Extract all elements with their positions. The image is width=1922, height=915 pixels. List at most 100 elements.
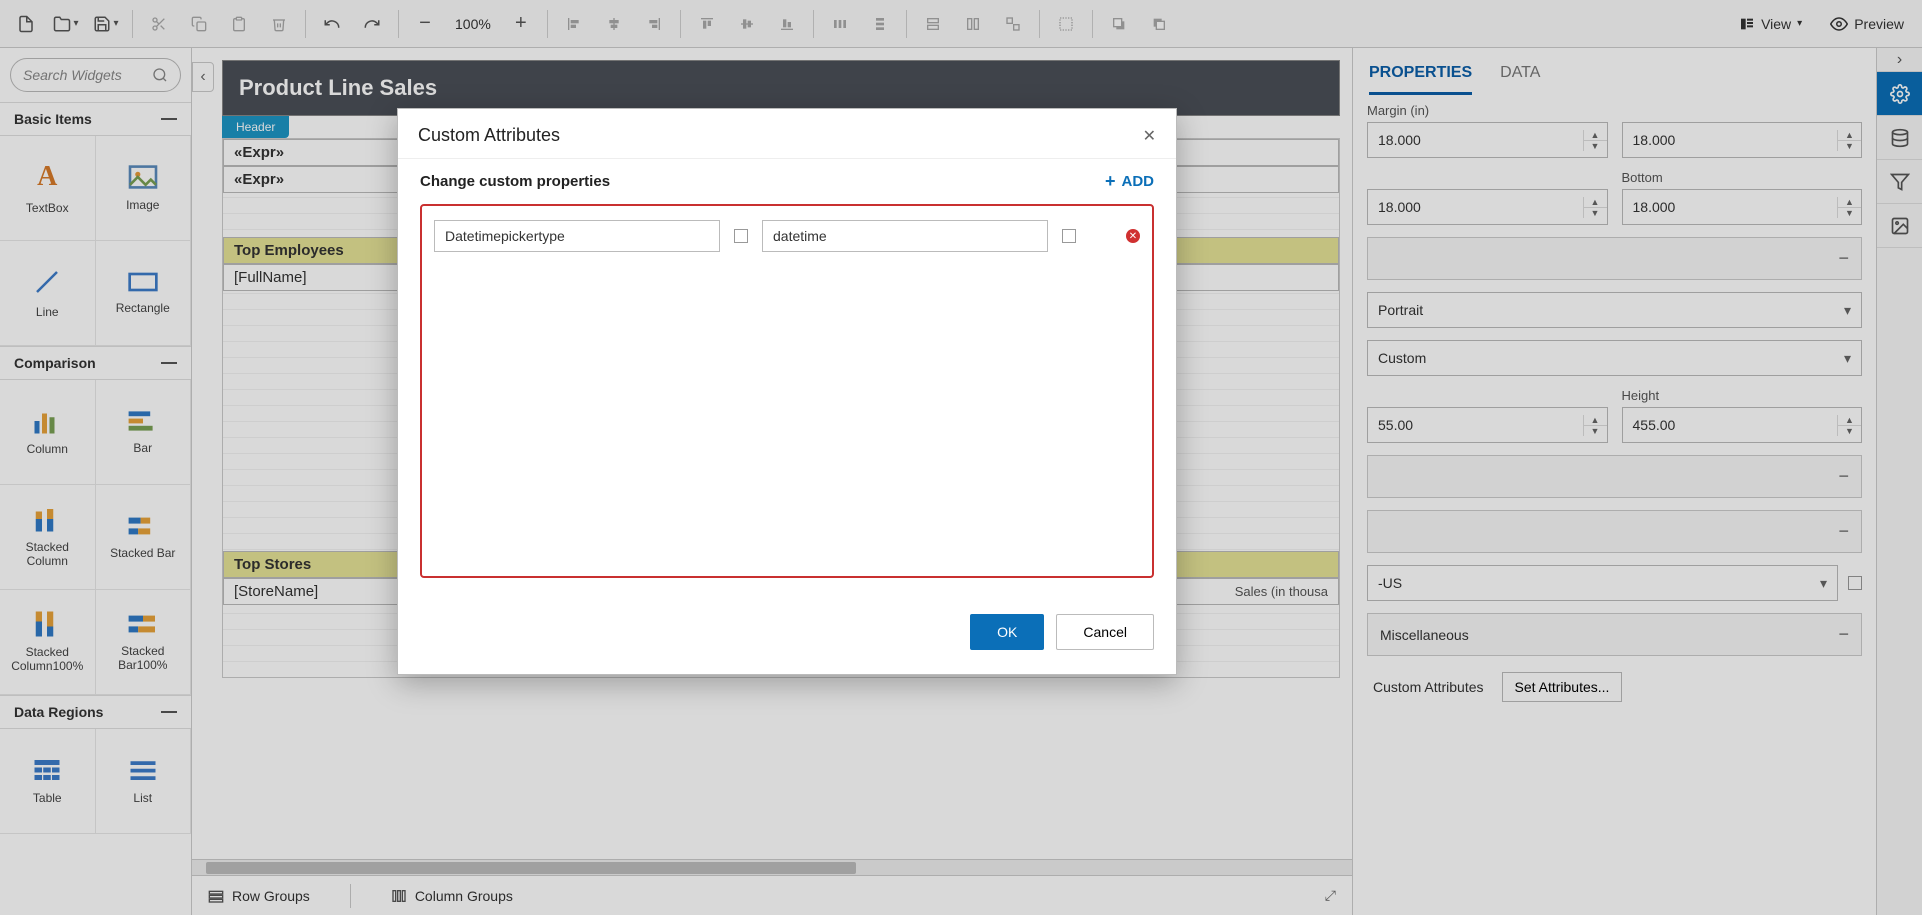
column-groups[interactable]: Column Groups xyxy=(391,888,513,904)
attributes-container: ✕ xyxy=(420,204,1154,578)
align-center-button[interactable] xyxy=(596,6,632,42)
margin-right-field[interactable]: 18.000▲▼ xyxy=(1622,122,1863,158)
same-size-button[interactable] xyxy=(995,6,1031,42)
bring-front-button[interactable] xyxy=(1101,6,1137,42)
sales-label: Sales (in thousa xyxy=(1235,584,1328,599)
undo-button[interactable] xyxy=(314,6,350,42)
align-top-button[interactable] xyxy=(689,6,725,42)
preview-button[interactable]: Preview xyxy=(1820,9,1914,39)
orientation-select[interactable]: Portrait▾ xyxy=(1367,292,1862,328)
attribute-row: ✕ xyxy=(434,220,1140,252)
copy-button[interactable] xyxy=(181,6,217,42)
cut-button[interactable] xyxy=(141,6,177,42)
add-attribute-button[interactable]: + ADD xyxy=(1105,171,1154,192)
modal-title: Custom Attributes xyxy=(418,125,560,146)
widget-line[interactable]: Line xyxy=(0,241,96,346)
search-icon xyxy=(152,67,168,83)
widget-bar[interactable]: Bar xyxy=(96,380,192,485)
delete-attr-button[interactable]: ✕ xyxy=(1126,229,1140,243)
custom-attr-label: Custom Attributes xyxy=(1373,679,1484,695)
widget-stacked-column-100[interactable]: Stacked Column100% xyxy=(0,590,96,695)
cancel-button[interactable]: Cancel xyxy=(1056,614,1154,650)
bottom-left-field[interactable]: 18.000▲▼ xyxy=(1367,189,1608,225)
tab-data[interactable]: DATA xyxy=(1500,64,1540,95)
search-placeholder: Search Widgets xyxy=(23,67,152,83)
distribute-h-button[interactable] xyxy=(822,6,858,42)
rail-filter-icon[interactable] xyxy=(1877,160,1922,204)
margin-label: Margin (in) xyxy=(1367,103,1608,118)
section-collapse-2[interactable]: − xyxy=(1367,455,1862,498)
same-height-button[interactable] xyxy=(955,6,991,42)
right-rail: › xyxy=(1876,48,1922,915)
rail-data-icon[interactable] xyxy=(1877,116,1922,160)
height-field[interactable]: 455.00▲▼ xyxy=(1622,407,1863,443)
widget-stacked-column[interactable]: Stacked Column xyxy=(0,485,96,590)
locale-checkbox[interactable] xyxy=(1848,576,1862,590)
preview-label: Preview xyxy=(1854,16,1904,32)
bottom-label: Bottom xyxy=(1622,170,1863,185)
row-groups[interactable]: Row Groups xyxy=(208,888,310,904)
attr-name-checkbox[interactable] xyxy=(734,229,748,243)
section-collapse-1[interactable]: − xyxy=(1367,237,1862,280)
zoom-level[interactable]: 100% xyxy=(447,16,499,32)
section-collapse-3[interactable]: − xyxy=(1367,510,1862,553)
papersize-select[interactable]: Custom▾ xyxy=(1367,340,1862,376)
widget-table[interactable]: Table xyxy=(0,729,96,834)
widget-textbox[interactable]: ATextBox xyxy=(0,136,96,241)
horizontal-scrollbar[interactable] xyxy=(192,859,1352,875)
modal-subtitle: Change custom properties xyxy=(420,173,610,190)
rail-expand-button[interactable]: › xyxy=(1877,48,1922,72)
bottom-right-field[interactable]: 18.000▲▼ xyxy=(1622,189,1863,225)
widget-stacked-bar-100[interactable]: Stacked Bar100% xyxy=(96,590,192,695)
widget-column[interactable]: Column xyxy=(0,380,96,485)
send-back-button[interactable] xyxy=(1141,6,1177,42)
paste-button[interactable] xyxy=(221,6,257,42)
collapse-left-panel[interactable]: ‹ xyxy=(192,62,214,92)
rail-image-icon[interactable] xyxy=(1877,204,1922,248)
search-input[interactable]: Search Widgets xyxy=(10,58,181,92)
locale-select[interactable]: -US▾ xyxy=(1367,565,1838,601)
rail-properties-icon[interactable] xyxy=(1877,72,1922,116)
modal-close-button[interactable]: ✕ xyxy=(1143,126,1156,146)
view-button[interactable]: View ▾ xyxy=(1729,10,1812,38)
align-middle-button[interactable] xyxy=(729,6,765,42)
collapse-icon xyxy=(161,118,177,120)
attr-value-input[interactable] xyxy=(762,220,1048,252)
group-button[interactable] xyxy=(1048,6,1084,42)
delete-button[interactable] xyxy=(261,6,297,42)
new-file-button[interactable] xyxy=(8,6,44,42)
section-miscellaneous[interactable]: Miscellaneous− xyxy=(1367,613,1862,656)
zoom-out-button[interactable]: − xyxy=(407,6,443,42)
align-bottom-button[interactable] xyxy=(769,6,805,42)
collapse-icon xyxy=(161,362,177,364)
distribute-v-button[interactable] xyxy=(862,6,898,42)
width-field[interactable]: 55.00▲▼ xyxy=(1367,407,1608,443)
category-data-regions[interactable]: Data Regions xyxy=(0,695,191,729)
zoom-in-button[interactable]: + xyxy=(503,6,539,42)
widget-stacked-bar[interactable]: Stacked Bar xyxy=(96,485,192,590)
redo-button[interactable] xyxy=(354,6,390,42)
set-attributes-button[interactable]: Set Attributes... xyxy=(1502,672,1623,702)
save-button[interactable]: ▾ xyxy=(88,6,124,42)
open-button[interactable]: ▾ xyxy=(48,6,84,42)
align-right-button[interactable] xyxy=(636,6,672,42)
category-comparison[interactable]: Comparison xyxy=(0,346,191,380)
main-toolbar: ▾ ▾ − 100% + View ▾ Preview xyxy=(0,0,1922,48)
widget-rectangle[interactable]: Rectangle xyxy=(96,241,192,346)
view-label: View xyxy=(1761,16,1791,32)
widget-panel: Search Widgets Basic Items ATextBox Imag… xyxy=(0,48,192,915)
widget-image[interactable]: Image xyxy=(96,136,192,241)
ok-button[interactable]: OK xyxy=(970,614,1044,650)
category-basic-items[interactable]: Basic Items xyxy=(0,102,191,136)
attr-value-checkbox[interactable] xyxy=(1062,229,1076,243)
custom-attributes-modal: Custom Attributes ✕ Change custom proper… xyxy=(397,108,1177,675)
tab-properties[interactable]: PROPERTIES xyxy=(1369,64,1472,95)
attr-name-input[interactable] xyxy=(434,220,720,252)
widget-list[interactable]: List xyxy=(96,729,192,834)
header-tab[interactable]: Header xyxy=(222,116,289,138)
margin-top-field[interactable]: 18.000▲▼ xyxy=(1367,122,1608,158)
same-width-button[interactable] xyxy=(915,6,951,42)
height-label: Height xyxy=(1622,388,1863,403)
align-left-button[interactable] xyxy=(556,6,592,42)
expand-groups-icon[interactable]: ⤢ xyxy=(1325,887,1336,904)
